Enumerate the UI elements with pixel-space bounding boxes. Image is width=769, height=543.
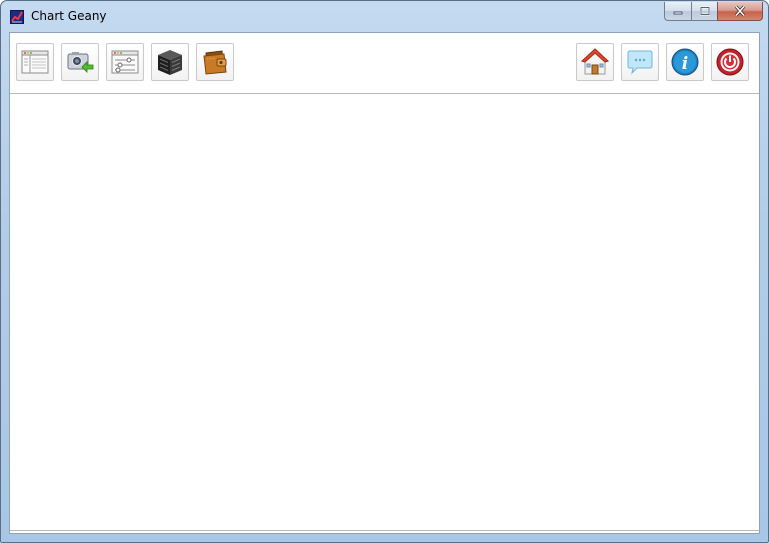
chat-bubble-icon: [627, 50, 653, 75]
minimize-icon: [673, 11, 683, 15]
database-cube-icon: [158, 50, 182, 75]
client-area: i: [9, 32, 760, 534]
power-off-button[interactable]: [711, 43, 749, 81]
close-icon: [734, 5, 746, 17]
wallet-button[interactable]: [196, 43, 234, 81]
table-view-icon: [21, 50, 49, 74]
info-icon: i: [671, 48, 699, 76]
caption-buttons: [664, 2, 763, 22]
main-content-area: [10, 93, 759, 531]
window-title: Chart Geany: [31, 9, 107, 23]
maximize-button[interactable]: [691, 2, 717, 21]
maximize-icon: [699, 6, 710, 16]
info-button[interactable]: i: [666, 43, 704, 81]
camera-export-icon: [67, 52, 94, 73]
minimize-button[interactable]: [664, 2, 691, 21]
app-window: Chart Geany i: [0, 0, 769, 543]
chat-button[interactable]: [621, 43, 659, 81]
title-bar[interactable]: Chart Geany: [1, 1, 768, 32]
svg-text:i: i: [682, 54, 688, 74]
chart-app-icon: [10, 10, 24, 24]
settings-sliders-icon: [111, 50, 139, 74]
wallet-icon: [203, 50, 227, 75]
close-button[interactable]: [717, 2, 763, 21]
power-off-icon: [716, 48, 744, 76]
table-view-button[interactable]: [16, 43, 54, 81]
home-button[interactable]: [576, 43, 614, 81]
camera-export-button[interactable]: [61, 43, 99, 81]
settings-button[interactable]: [106, 43, 144, 81]
home-icon: [580, 48, 610, 75]
main-toolbar: i: [10, 33, 759, 93]
database-button[interactable]: [151, 43, 189, 81]
